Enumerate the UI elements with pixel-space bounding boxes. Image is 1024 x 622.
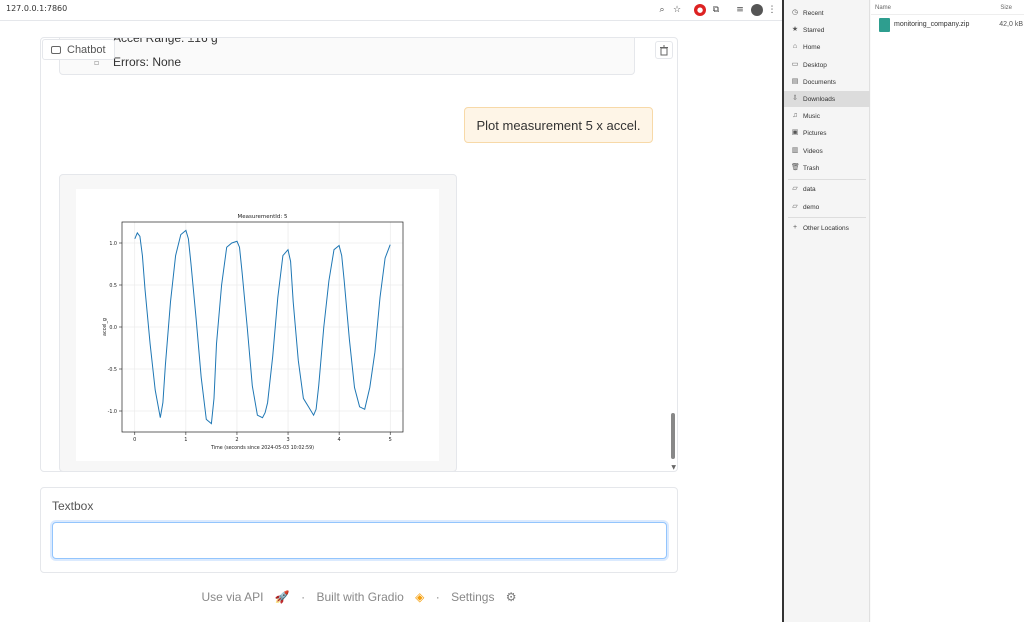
y-tick-label: -1.0	[108, 409, 117, 415]
file-size: 42,0 kB	[999, 21, 1023, 28]
file-list: Name Size monitoring_company.zip 42,0 kB	[871, 0, 1024, 622]
file-name: monitoring_company.zip	[894, 21, 970, 28]
x-tick-label: 1	[184, 437, 187, 443]
chart-title: MeasurementId: 5	[238, 214, 288, 220]
sidebar-item-trash[interactable]: 🗑 Trash	[784, 160, 870, 176]
gradio-logo-icon: ◈	[415, 590, 425, 604]
sidebar-item-desktop[interactable]: ▭ Desktop	[784, 57, 870, 73]
home-icon: ⌂	[792, 43, 798, 50]
sidebar-item-pictures[interactable]: ▣ Pictures	[784, 125, 870, 141]
line-chart: 0 1 2 3 4 5 1.0 0.5 0.0 -0.5 -1.0 MeasurementId: 5 T…	[102, 214, 404, 451]
music-icon: ♫	[792, 112, 798, 119]
star-icon: ★	[791, 26, 799, 33]
puzzle-icon[interactable]: ⧉	[710, 4, 722, 16]
column-name-header[interactable]: Name	[875, 5, 891, 11]
x-tick-label: 4	[338, 437, 341, 443]
sidebar-item-videos[interactable]: ▥ Videos	[784, 143, 870, 159]
chat-scrollbar[interactable]	[671, 413, 675, 459]
folder-icon: ▱	[792, 203, 798, 210]
x-tick-label: 3	[286, 437, 289, 443]
more-menu-icon[interactable]: ⋮	[766, 4, 778, 16]
gear-icon: ⚙	[505, 590, 517, 604]
x-tick-label: 0	[133, 437, 136, 443]
message-line: Accel Range: ±16 g	[113, 37, 218, 45]
zoom-icon[interactable]: ⌕	[656, 4, 668, 16]
sidebar-item-downloads[interactable]: ⇩ Downloads	[784, 91, 870, 107]
y-axis-label: accel_g	[102, 318, 108, 336]
file-row[interactable]: monitoring_company.zip 42,0 kB	[871, 16, 1024, 34]
sidebar-item-home[interactable]: ⌂ Home	[784, 39, 870, 55]
footer-separator: ·	[301, 590, 306, 604]
rocket-icon: 🚀	[274, 590, 290, 604]
y-tick-label: 0.5	[109, 283, 117, 289]
sidebar-item-starred[interactable]: ★ Starred	[784, 22, 870, 38]
y-tick-label: 0.0	[109, 325, 117, 331]
url-text[interactable]: 127.0.0.1:7860	[6, 4, 67, 13]
textbox-block: Textbox	[40, 487, 678, 573]
scroll-down-icon[interactable]: ▼	[671, 464, 676, 471]
picture-icon: ▣	[791, 129, 799, 136]
sidebar-item-data[interactable]: ▱ data	[784, 181, 870, 197]
x-axis-label: Time (seconds since 2024-05-03 10:02:59)	[210, 445, 314, 451]
sidebar-item-documents[interactable]: ▤ Documents	[784, 74, 870, 90]
y-tick-label: 1.0	[109, 241, 117, 247]
desktop-icon: ▭	[791, 61, 799, 68]
gradio-page: Chatbot Accel Range: ±16 g ▫ Errors: Non…	[0, 21, 782, 622]
file-manager-window: ◷ Recent ★ Starred ⌂ Home ▭ Desktop ▤ Documen…	[782, 0, 1024, 622]
divider	[788, 179, 866, 180]
message-line: Errors: None	[113, 55, 182, 69]
star-icon[interactable]: ☆	[671, 4, 683, 16]
trash-icon: 🗑	[791, 164, 800, 171]
clear-chat-button[interactable]	[655, 41, 673, 59]
user-message: Plot measurement 5 x accel.	[464, 107, 653, 143]
folder-icon: ▱	[792, 185, 798, 192]
zip-file-icon	[879, 18, 890, 32]
column-size-header[interactable]: Size	[1000, 5, 1012, 11]
chatbot-label-chip: Chatbot	[42, 39, 115, 60]
address-bar[interactable]: 127.0.0.1:7860 ⌕ ☆ ● ⧉ ≡ ⋮	[0, 0, 782, 21]
sidebar-item-recent[interactable]: ◷ Recent	[784, 5, 870, 21]
plot-image: 0 1 2 3 4 5 1.0 0.5 0.0 -0.5 -1.0 MeasurementId: 5 T…	[76, 189, 439, 461]
settings-link[interactable]: Settings	[451, 590, 494, 604]
chatbot-label: Chatbot	[67, 43, 106, 56]
textbox-label: Textbox	[52, 499, 94, 513]
message-input[interactable]	[52, 522, 667, 559]
file-sidebar: ◷ Recent ★ Starred ⌂ Home ▭ Desktop ▤ Documen…	[784, 0, 870, 622]
extension-red-icon[interactable]: ●	[694, 4, 706, 16]
video-icon: ▥	[791, 147, 799, 154]
plus-icon: +	[792, 224, 798, 231]
list-header: Name Size	[871, 0, 1024, 15]
y-tick-label: -0.5	[108, 367, 117, 373]
trash-icon	[660, 45, 668, 55]
sidebar-item-demo[interactable]: ▱ demo	[784, 199, 870, 215]
browser-window: 127.0.0.1:7860 ⌕ ☆ ● ⧉ ≡ ⋮ Chatbot Accel…	[0, 0, 782, 622]
sidebar-item-music[interactable]: ♫ Music	[784, 108, 870, 124]
bot-message-stats: Accel Range: ±16 g ▫ Errors: None	[59, 37, 635, 75]
chat-icon	[51, 45, 61, 54]
bot-message-plot: 0 1 2 3 4 5 1.0 0.5 0.0 -0.5 -1.0 MeasurementId: 5 T…	[59, 174, 457, 471]
footer-separator: ·	[435, 590, 440, 604]
use-via-api-link[interactable]: Use via API	[201, 590, 263, 604]
x-tick-label: 5	[389, 437, 392, 443]
divider	[788, 217, 866, 218]
footer: Use via API 🚀 · Built with Gradio ◈ · Se…	[0, 590, 718, 604]
download-icon: ⇩	[792, 95, 798, 102]
x-tick-label: 2	[235, 437, 238, 443]
chatbot-panel: Chatbot Accel Range: ±16 g ▫ Errors: Non…	[40, 37, 678, 472]
document-icon: ▤	[791, 78, 799, 85]
clock-icon: ◷	[791, 9, 799, 16]
sidebar-item-other-locations[interactable]: + Other Locations	[784, 220, 870, 236]
built-with-gradio-link[interactable]: Built with Gradio	[316, 590, 403, 604]
avatar[interactable]	[751, 4, 763, 16]
media-icon[interactable]: ≡	[734, 4, 746, 16]
